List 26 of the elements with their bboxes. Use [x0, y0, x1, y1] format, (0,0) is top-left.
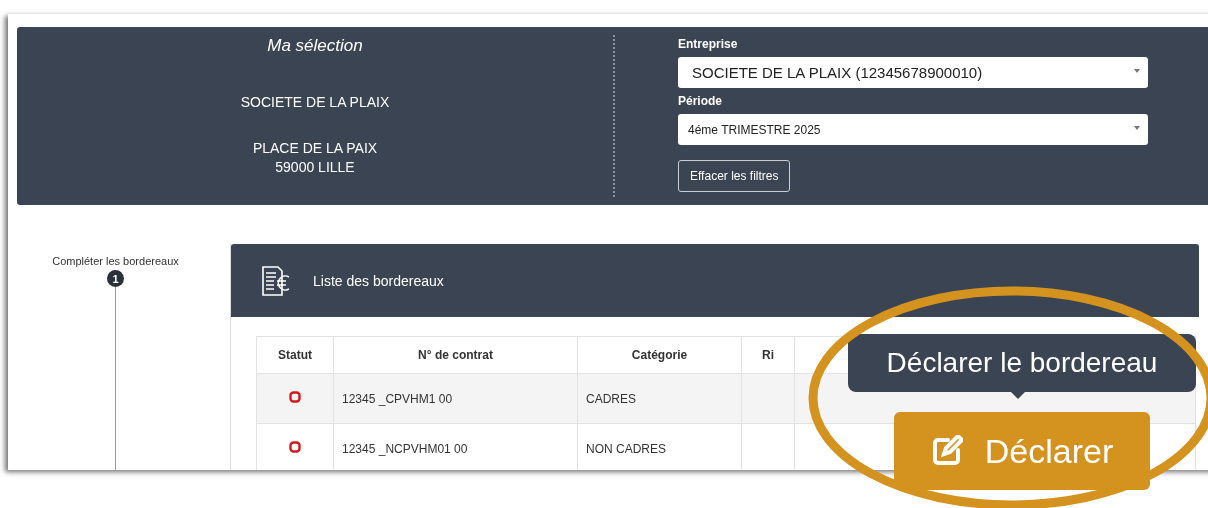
column-header: Ri: [741, 336, 795, 374]
tooltip-arrow: [1010, 391, 1026, 400]
table-cell: CADRES: [577, 373, 742, 424]
table-cell: 12345 _CPVHM1 00: [333, 373, 578, 424]
column-header: Catégorie: [577, 336, 742, 374]
address-line: PLACE DE LA PAIX: [252, 140, 378, 156]
clear-filters-button[interactable]: Effacer les filtres: [678, 160, 791, 192]
step-label: Compléter les bordereaux: [52, 255, 179, 267]
caret-icon: [1134, 126, 1140, 130]
panel-title: Liste des bordereaux: [313, 272, 444, 289]
column-header: N° de contrat: [333, 336, 578, 374]
invoice-euro-icon: [261, 264, 291, 297]
section-title: Ma sélection: [267, 36, 363, 56]
column-header: Statut: [256, 336, 334, 374]
caret-icon: [1134, 69, 1140, 73]
edit-icon: [930, 435, 963, 467]
status-icon: [289, 391, 301, 403]
company-name: SOCIETE DE LA PLAIX: [240, 94, 390, 110]
field-label: Période: [678, 94, 723, 108]
dropdown-field[interactable]: SOCIETE DE LA PLAIX (12345678900010): [678, 57, 1148, 88]
dropdown-field[interactable]: 4éme TRIMESTRE 2025: [678, 114, 1148, 145]
field-label: Entreprise: [678, 37, 739, 51]
step-number: 1: [107, 270, 124, 287]
tooltip: Déclarer le bordereau: [848, 334, 1196, 392]
status-icon: [289, 441, 301, 453]
address-line: 59000 LILLE: [275, 159, 355, 175]
